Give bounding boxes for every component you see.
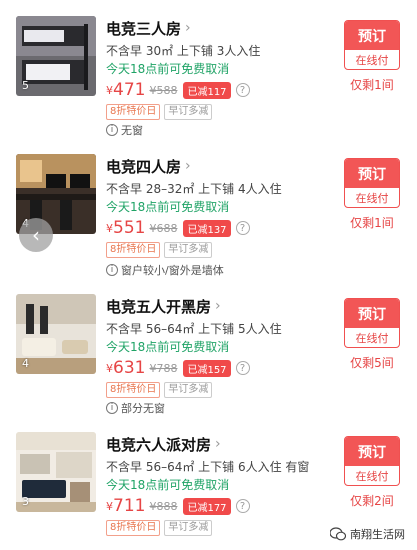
book-button[interactable]: 预订 在线付 [344,436,400,486]
original-price: ¥788 [149,361,178,375]
promo-tag: 早订多减 [164,104,213,120]
room-desc: 不含早 56–64㎡ 上下铺 6人入住 有窗 [106,460,310,474]
book-button[interactable]: 预订 在线付 [344,20,400,70]
room-title: 电竞四人房 [106,157,182,176]
photo-count: 4 [22,357,29,370]
room-photo[interactable]: 5 [16,16,96,96]
promo-tag: 8折特价日 [106,382,161,398]
room-photo[interactable]: 3 [16,432,96,512]
room-title-row[interactable]: 电竞三人房 › [106,16,336,40]
original-price: ¥688 [149,221,178,235]
chevron-right-icon: › [185,20,191,36]
help-icon[interactable]: ? [235,83,250,97]
promo-tag: 早订多减 [164,520,213,536]
room-title: 电竞三人房 [106,19,182,38]
rooms-remaining: 仅剩1间 [350,78,394,92]
price-row: ¥ 551 ¥688 已减137 ? [106,217,336,239]
room-title-row[interactable]: 电竞六人派对房 › [106,432,336,456]
room-info: 电竞四人房 › 不含早 28–32㎡ 上下铺 4人入住 今天18点前可免费取消 … [106,154,336,258]
window-note-text: 部分无窗 [121,402,165,415]
pay-online-label: 在线付 [355,191,389,205]
room-desc: 不含早 56–64㎡ 上下铺 5人入住 [106,322,282,336]
discount-badge: 已减137 [183,219,231,237]
room-price: 711 [113,496,146,516]
info-icon: i [106,124,118,136]
price-row: ¥ 471 ¥588 已减117 ? [106,79,336,101]
photo-count: 3 [22,495,29,508]
room-photo[interactable]: 4 [16,294,96,374]
currency-symbol: ¥ [106,221,113,235]
room-price: 471 [113,80,146,100]
window-note: i 部分无窗 [106,400,165,416]
room-card[interactable]: 4 电竞四人房 › 不含早 28–32㎡ 上下铺 4人入住 今天18点前可免费取… [0,154,417,292]
original-price: ¥588 [149,83,178,97]
currency-symbol: ¥ [106,499,113,513]
room-info: 电竞三人房 › 不含早 30㎡ 上下铺 3人入住 今天18点前可免费取消 ¥ 4… [106,16,336,120]
promo-tag: 8折特价日 [106,520,161,536]
info-icon: i [106,402,118,414]
promo-tag: 早订多减 [164,242,213,258]
room-info: 电竞五人开黑房 › 不含早 56–64㎡ 上下铺 5人入住 今天18点前可免费取… [106,294,336,398]
book-label: 预订 [345,437,399,466]
window-note-text: 窗户较小/窗外是墙体 [121,264,224,277]
watermark-text: 南翔生活网 [350,528,405,541]
room-price: 551 [113,218,146,238]
book-label: 预订 [345,21,399,50]
room-price: 631 [113,358,146,378]
price-row: ¥ 631 ¥788 已减157 ? [106,357,336,379]
free-cancel-text: 今天18点前可免费取消 [106,200,230,214]
rooms-remaining: 仅剩5间 [350,356,394,370]
room-card[interactable]: 5 电竞三人房 › 不含早 30㎡ 上下铺 3人入住 今天18点前可免费取消 ¥… [0,16,417,154]
promo-tags: 8折特价日 早订多减 [106,242,336,258]
currency-symbol: ¥ [106,361,113,375]
watermark: 南翔生活网 [330,526,405,542]
original-price: ¥888 [149,499,178,513]
free-cancel-text: 今天18点前可免费取消 [106,478,230,492]
wechat-icon [330,527,346,541]
rooms-remaining: 仅剩1间 [350,216,394,230]
window-note-text: 无窗 [121,124,143,137]
help-icon[interactable]: ? [235,361,250,375]
help-icon[interactable]: ? [235,221,250,235]
discount-badge: 已减117 [183,81,231,99]
book-label: 预订 [345,299,399,328]
promo-tag: 8折特价日 [106,242,161,258]
book-button[interactable]: 预订 在线付 [344,298,400,348]
info-icon: i [106,264,118,276]
pay-online-label: 在线付 [355,53,389,67]
room-desc: 不含早 30㎡ 上下铺 3人入住 [106,44,261,58]
room-title: 电竞六人派对房 [106,435,212,454]
book-button[interactable]: 预订 在线付 [344,158,400,208]
room-card[interactable]: 4 电竞五人开黑房 › 不含早 56–64㎡ 上下铺 5人入住 今天18点前可免… [0,294,417,432]
currency-symbol: ¥ [106,83,113,97]
chevron-right-icon: › [185,158,191,174]
promo-tags: 8折特价日 早订多减 [106,382,336,398]
room-title: 电竞五人开黑房 [106,297,212,316]
photo-count: 5 [22,79,29,92]
window-note: i 窗户较小/窗外是墙体 [106,262,224,278]
promo-tags: 8折特价日 早订多减 [106,104,336,120]
help-icon[interactable]: ? [235,499,250,513]
promo-tag: 早订多减 [164,382,213,398]
pay-online-label: 在线付 [355,469,389,483]
chevron-left-icon: ‹ [32,223,40,247]
free-cancel-text: 今天18点前可免费取消 [106,62,230,76]
window-note: i 无窗 [106,122,143,138]
pay-online-label: 在线付 [355,331,389,345]
room-title-row[interactable]: 电竞五人开黑房 › [106,294,336,318]
discount-badge: 已减157 [183,359,231,377]
room-desc: 不含早 28–32㎡ 上下铺 4人入住 [106,182,282,196]
room-info: 电竞六人派对房 › 不含早 56–64㎡ 上下铺 6人入住 有窗 今天18点前可… [106,432,336,536]
chevron-right-icon: › [215,436,221,452]
rooms-remaining: 仅剩2间 [350,494,394,508]
promo-tags: 8折特价日 早订多减 [106,520,336,536]
discount-badge: 已减177 [183,497,231,515]
price-row: ¥ 711 ¥888 已减177 ? [106,495,336,517]
free-cancel-text: 今天18点前可免费取消 [106,340,230,354]
room-title-row[interactable]: 电竞四人房 › [106,154,336,178]
chevron-right-icon: › [215,298,221,314]
carousel-prev-button[interactable]: ‹ [19,218,53,252]
book-label: 预订 [345,159,399,188]
promo-tag: 8折特价日 [106,104,161,120]
